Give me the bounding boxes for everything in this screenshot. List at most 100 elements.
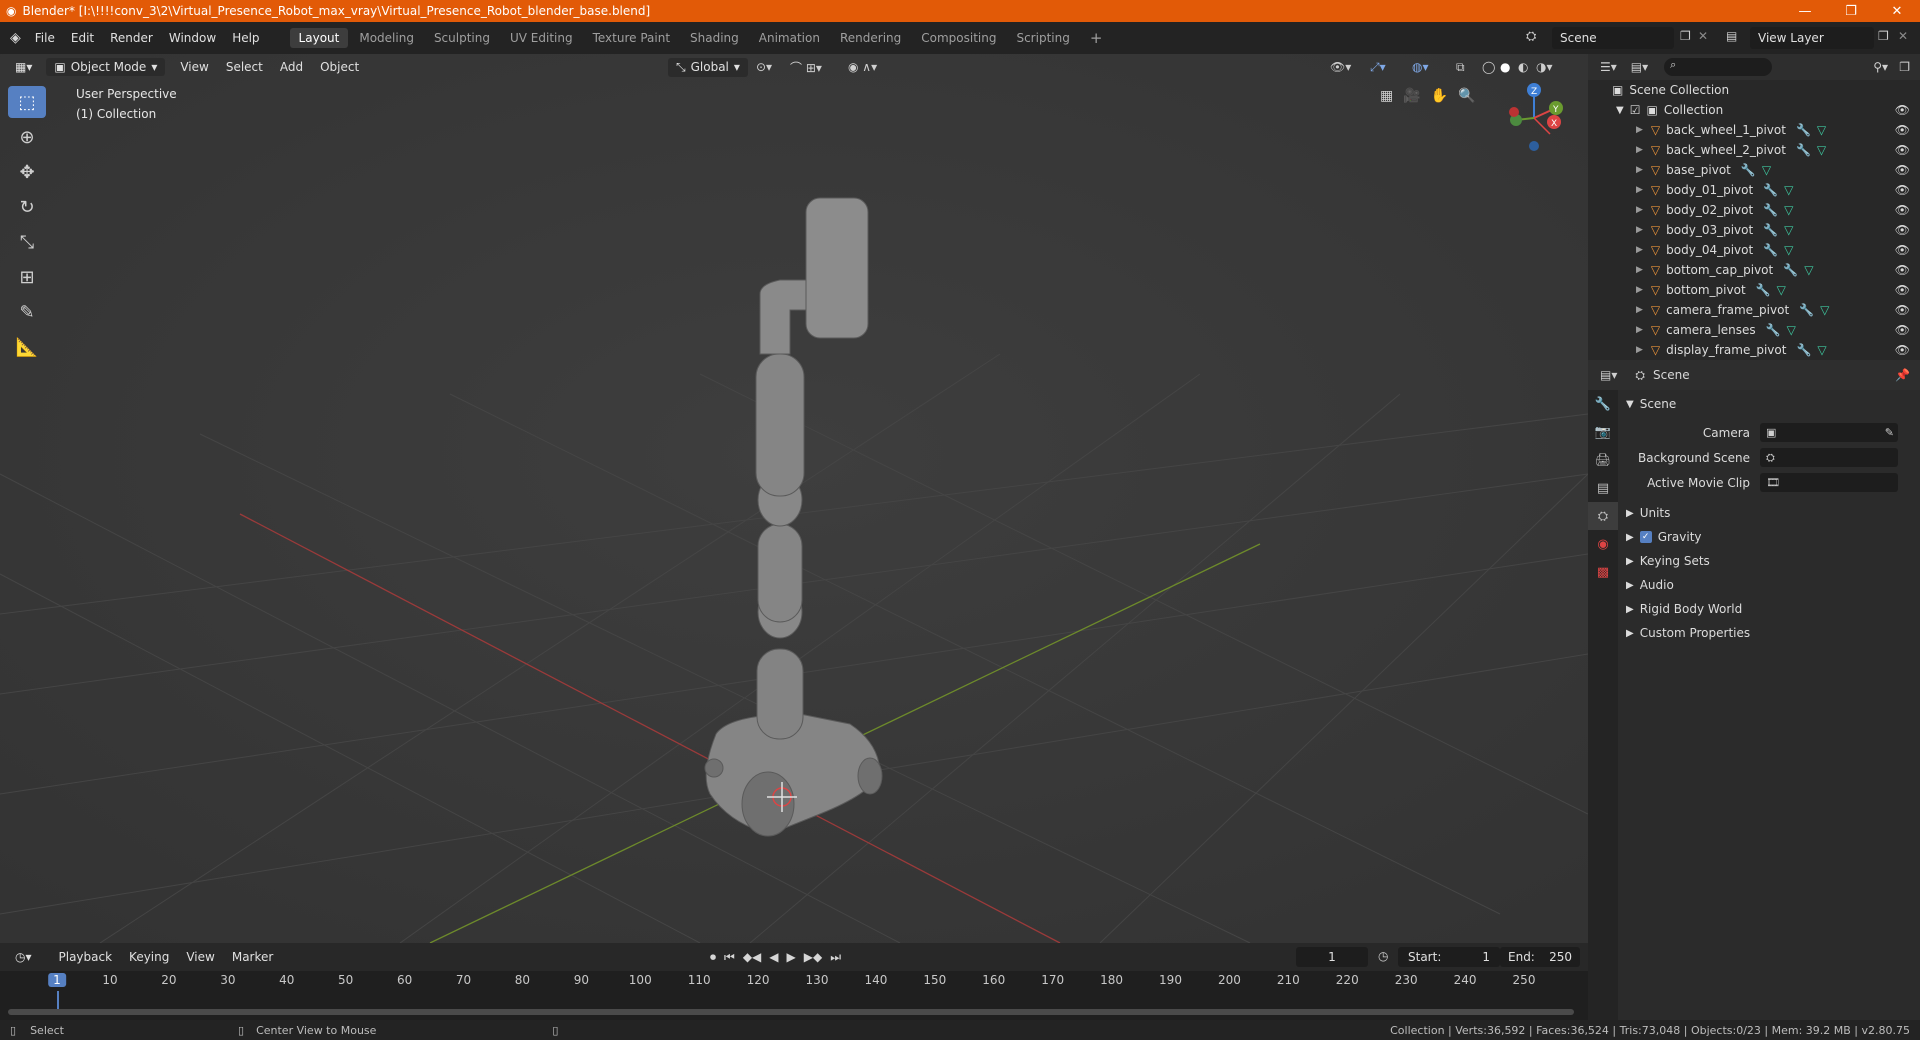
- jump-end-icon[interactable]: ⏭: [830, 950, 841, 965]
- scene-panel-header[interactable]: ▼ Scene: [1620, 392, 1920, 416]
- outliner-object-row[interactable]: ▶ ▽ display_frame_pivot 🔧 ▽ 👁: [1588, 340, 1920, 360]
- expand-toggle-icon[interactable]: ▶: [1636, 185, 1643, 195]
- select-box-icon[interactable]: ⬚: [8, 86, 46, 118]
- modifier-icon[interactable]: 🔧: [1741, 163, 1756, 177]
- eyedropper-icon[interactable]: ✎: [1885, 426, 1894, 439]
- xray-icon[interactable]: ⧉: [1456, 60, 1465, 75]
- world-tab-icon[interactable]: ◉: [1588, 530, 1618, 558]
- view-layer-selector[interactable]: View Layer: [1750, 27, 1874, 49]
- mesh-data-icon[interactable]: ▽: [1784, 223, 1793, 237]
- tab-texture-paint[interactable]: Texture Paint: [584, 28, 679, 48]
- eye-icon[interactable]: 👁: [1895, 103, 1910, 117]
- outliner-object-row[interactable]: ▶ ▽ body_03_pivot 🔧 ▽ 👁: [1588, 220, 1920, 240]
- tab-scripting[interactable]: Scripting: [1007, 28, 1078, 48]
- gravity-panel-header[interactable]: ▶ ✓ Gravity: [1620, 525, 1920, 549]
- rotate-icon[interactable]: ↻: [8, 191, 46, 223]
- wireframe-shading-icon[interactable]: ◯: [1482, 60, 1495, 74]
- pivot-icon[interactable]: ⊙▾: [756, 60, 772, 74]
- keying-sets-panel-header[interactable]: ▶ Keying Sets: [1620, 549, 1920, 573]
- mesh-data-icon[interactable]: ▽: [1817, 123, 1826, 137]
- tool-tab-icon[interactable]: 🔧: [1588, 390, 1618, 418]
- camera-view-icon[interactable]: 🎥: [1403, 88, 1420, 104]
- tab-shading[interactable]: Shading: [681, 28, 748, 48]
- modifier-icon[interactable]: 🔧: [1783, 263, 1798, 277]
- delete-scene-icon[interactable]: ✕: [1698, 29, 1708, 43]
- gizmo-icon[interactable]: ⤢▾: [1370, 60, 1386, 75]
- menu-window[interactable]: Window: [161, 31, 224, 45]
- tab-layout[interactable]: Layout: [289, 28, 349, 48]
- mesh-data-icon[interactable]: ▽: [1804, 263, 1813, 277]
- mesh-data-icon[interactable]: ▽: [1784, 183, 1793, 197]
- mesh-data-icon[interactable]: ▽: [1817, 343, 1826, 357]
- menu-help[interactable]: Help: [224, 31, 267, 45]
- prev-keyframe-icon[interactable]: ◆◀: [743, 950, 761, 965]
- record-icon[interactable]: ⏺: [710, 950, 716, 965]
- expand-toggle-icon[interactable]: ▼: [1616, 105, 1624, 116]
- end-frame-field[interactable]: End: 250: [1500, 947, 1580, 967]
- expand-toggle-icon[interactable]: ▶: [1636, 305, 1643, 315]
- eye-icon[interactable]: 👁: [1895, 163, 1910, 177]
- eye-icon[interactable]: 👁: [1895, 283, 1910, 297]
- eye-icon[interactable]: 👁: [1895, 143, 1910, 157]
- expand-toggle-icon[interactable]: ▶: [1636, 245, 1643, 255]
- eye-icon[interactable]: 👁: [1895, 323, 1910, 337]
- outliner-object-row[interactable]: ▶ ▽ body_04_pivot 🔧 ▽ 👁: [1588, 240, 1920, 260]
- expand-toggle-icon[interactable]: ▶: [1636, 325, 1643, 335]
- navigation-gizmo[interactable]: Z Y X: [1498, 82, 1578, 162]
- modifier-icon[interactable]: 🔧: [1796, 143, 1811, 157]
- rigid-body-world-panel-header[interactable]: ▶ Rigid Body World: [1620, 597, 1920, 621]
- move-icon[interactable]: ✥: [8, 156, 46, 188]
- mesh-data-icon[interactable]: ▽: [1777, 283, 1786, 297]
- delete-view-layer-icon[interactable]: ✕: [1898, 29, 1908, 43]
- material-shading-icon[interactable]: ◐: [1518, 60, 1528, 74]
- view-layer-icon[interactable]: ▤: [1726, 29, 1737, 43]
- 3d-viewport[interactable]: ▦▾ ▣ Object Mode ▾ View Select Add Objec…: [0, 54, 1588, 943]
- modifier-icon[interactable]: 🔧: [1796, 343, 1811, 357]
- new-collection-icon[interactable]: ❐: [1899, 60, 1910, 74]
- tab-uv-editing[interactable]: UV Editing: [501, 28, 582, 48]
- snap-icon[interactable]: ⌒ ⊞▾: [790, 59, 822, 76]
- mesh-data-icon[interactable]: ▽: [1787, 323, 1796, 337]
- tab-modeling[interactable]: Modeling: [350, 28, 423, 48]
- measure-icon[interactable]: 📐: [8, 331, 46, 363]
- camera-field[interactable]: ▣ ✎: [1760, 423, 1898, 442]
- annotate-icon[interactable]: ✎: [8, 296, 46, 328]
- modifier-icon[interactable]: 🔧: [1796, 123, 1811, 137]
- expand-toggle-icon[interactable]: ▶: [1636, 205, 1643, 215]
- mesh-data-icon[interactable]: ▽: [1820, 303, 1829, 317]
- expand-toggle-icon[interactable]: ▶: [1636, 225, 1643, 235]
- scene-collection-row[interactable]: ▣ Scene Collection: [1588, 80, 1920, 100]
- output-tab-icon[interactable]: 🖨: [1588, 446, 1618, 474]
- pan-hand-icon[interactable]: ✋: [1431, 88, 1448, 104]
- mesh-data-icon[interactable]: ▽: [1817, 143, 1826, 157]
- eye-icon[interactable]: 👁: [1895, 223, 1910, 237]
- audio-panel-header[interactable]: ▶ Audio: [1620, 573, 1920, 597]
- tab-animation[interactable]: Animation: [750, 28, 829, 48]
- outliner-object-row[interactable]: ▶ ▽ camera_lenses 🔧 ▽ 👁: [1588, 320, 1920, 340]
- mesh-data-icon[interactable]: ▽: [1784, 203, 1793, 217]
- scene-tab-icon[interactable]: ⛭: [1588, 502, 1618, 530]
- clock-icon[interactable]: ◷: [1378, 949, 1388, 963]
- outliner-object-row[interactable]: ▶ ▽ body_02_pivot 🔧 ▽ 👁: [1588, 200, 1920, 220]
- scale-icon[interactable]: ⤡: [8, 226, 46, 258]
- play-reverse-icon[interactable]: ◀: [769, 950, 778, 965]
- cursor-icon[interactable]: ⊕: [8, 121, 46, 153]
- visibility-icon[interactable]: 👁▾: [1330, 60, 1351, 74]
- viewport-menu-view[interactable]: View: [173, 58, 215, 76]
- outliner-object-row[interactable]: ▶ ▽ camera_frame_pivot 🔧 ▽ 👁: [1588, 300, 1920, 320]
- blender-menu-icon[interactable]: ◈: [10, 30, 21, 46]
- custom-properties-panel-header[interactable]: ▶ Custom Properties: [1620, 621, 1920, 645]
- timeline-menu-playback[interactable]: Playback: [52, 948, 120, 966]
- mesh-data-icon[interactable]: ▽: [1784, 243, 1793, 257]
- timeline-menu-view[interactable]: View: [179, 948, 221, 966]
- texture-tab-icon[interactable]: ▩: [1588, 558, 1618, 586]
- orientation-dropdown[interactable]: ⤡ Global ▾: [668, 57, 748, 77]
- eye-icon[interactable]: 👁: [1895, 243, 1910, 257]
- timeline-menu-keying[interactable]: Keying: [122, 948, 176, 966]
- outliner-object-row[interactable]: ▶ ▽ back_wheel_2_pivot 🔧 ▽ 👁: [1588, 140, 1920, 160]
- timeline-ruler[interactable]: 1 10 20 30 40 50 60 70 80 90 100 110 120 130 140 150 160…: [0, 971, 1588, 991]
- expand-toggle-icon[interactable]: ▶: [1636, 165, 1643, 175]
- outliner-object-row[interactable]: ▶ ▽ body_01_pivot 🔧 ▽ 👁: [1588, 180, 1920, 200]
- display-mode-icon[interactable]: ▤▾: [1631, 60, 1648, 74]
- eye-icon[interactable]: 👁: [1895, 203, 1910, 217]
